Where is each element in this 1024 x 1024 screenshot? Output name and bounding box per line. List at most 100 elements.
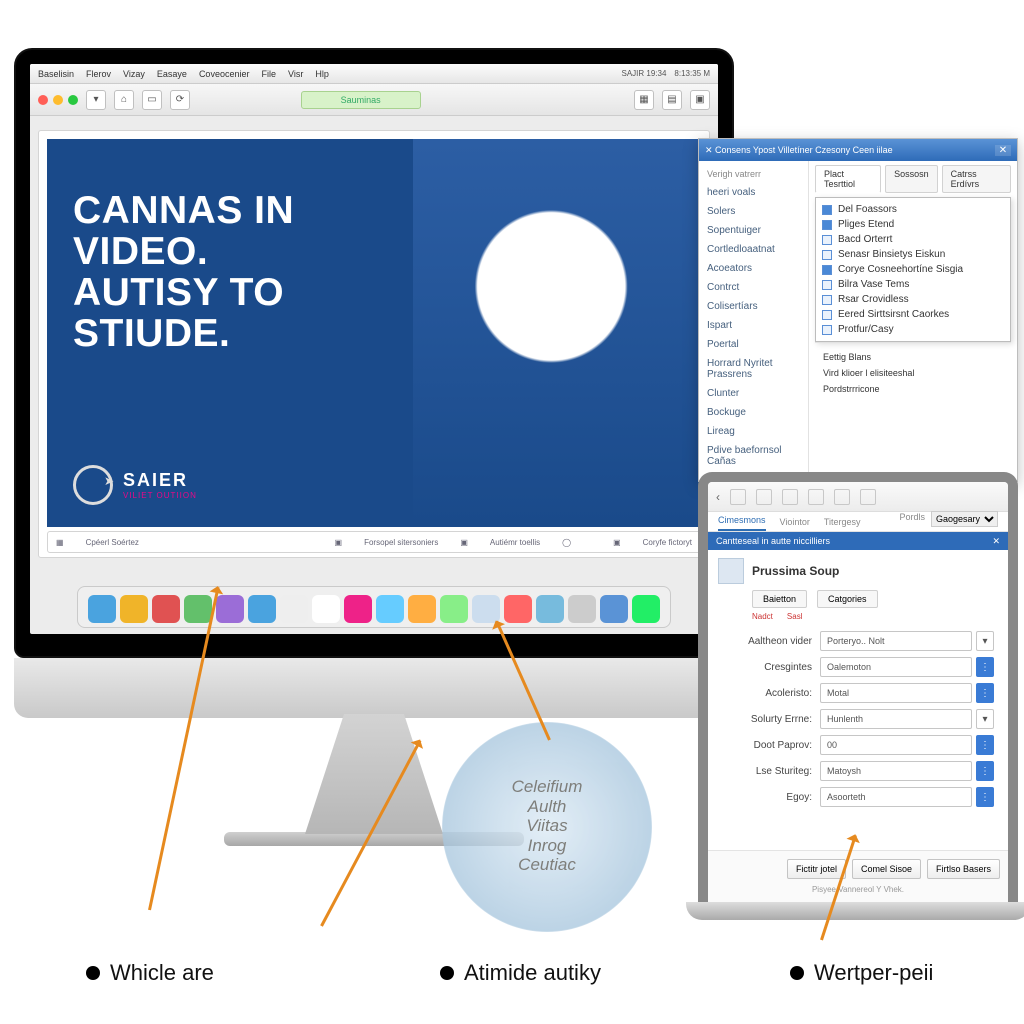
explorer-titlebar[interactable]: ✕ Consens Ypost Villetíner Czesony Ceen … [699, 139, 1017, 161]
toolbar-button[interactable]: ▾ [86, 90, 106, 110]
banner-close-icon[interactable]: ✕ [992, 536, 1000, 547]
text-input[interactable]: Motal [820, 683, 972, 703]
minimize-window-icon[interactable] [53, 95, 63, 105]
dock-app-icon[interactable] [248, 595, 276, 623]
stepper-button[interactable]: ⋮ [976, 761, 994, 781]
dock-app-icon[interactable] [504, 595, 532, 623]
sidebar-item[interactable]: Acoeators [705, 261, 802, 276]
tool-icon[interactable] [860, 489, 876, 505]
menu-item[interactable]: Pliges Etend [820, 217, 1006, 232]
select-input[interactable]: Hunlenth [820, 709, 972, 729]
menu-item[interactable]: Senasr Binsietys Eiskun [820, 247, 1006, 262]
sidebar-item[interactable]: Clunter [705, 386, 802, 401]
menu-item[interactable]: Baselisin [38, 69, 74, 79]
menu-item[interactable]: Easaye [157, 69, 187, 79]
dock-app-icon[interactable] [344, 595, 372, 623]
text-input[interactable]: Matoysh [820, 761, 972, 781]
menu-item[interactable]: Hlp [315, 69, 329, 79]
tab[interactable]: Viointor [780, 517, 810, 531]
traffic-lights[interactable] [38, 95, 78, 105]
menu-item[interactable]: Protfur/Casy [820, 322, 1006, 337]
checkbox-icon[interactable] [822, 265, 832, 275]
sidebar-item[interactable]: Pdive baefornsol Cañas [705, 443, 802, 469]
mac-dock[interactable] [77, 586, 671, 628]
sidebar-item[interactable]: heeri voals [705, 185, 802, 200]
sidebar-item[interactable]: Sopentuiger [705, 223, 802, 238]
search-field[interactable]: Sauminas [301, 91, 421, 109]
menu-item[interactable]: Eered Sirttsirsnt Caorkes [820, 307, 1006, 322]
menu-item[interactable]: Rsar Crovidless [820, 292, 1006, 307]
toolbar-button[interactable]: ▦ [634, 90, 654, 110]
dock-app-icon[interactable] [280, 595, 308, 623]
toolbar-button[interactable]: ▣ [690, 90, 710, 110]
mac-menubar[interactable]: Baselisin Flerov Vizay Easaye Coveocenie… [30, 64, 718, 84]
sidebar-item[interactable]: Colisertíars [705, 299, 802, 314]
menu-item[interactable]: Visr [288, 69, 303, 79]
checkbox-icon[interactable] [822, 280, 832, 290]
footer-button[interactable]: Comel Sisoe [852, 859, 921, 879]
tool-icon[interactable] [782, 489, 798, 505]
properties-tabs[interactable]: Cimesmons Viointor Titergesy Pordls Gaog… [708, 512, 1008, 532]
sidebar-item[interactable]: Lireag [705, 424, 802, 439]
toolbar-button[interactable]: ▭ [142, 90, 162, 110]
dock-app-icon[interactable] [120, 595, 148, 623]
sidebar-item[interactable]: Poertal [705, 337, 802, 352]
category-select[interactable]: Gaogesary [931, 511, 998, 527]
menu-item[interactable]: Del Foassors [820, 202, 1006, 217]
close-icon[interactable]: ✕ [671, 149, 691, 169]
dock-app-icon[interactable] [312, 595, 340, 623]
stepper-button[interactable]: ⋮ [976, 657, 994, 677]
dock-app-icon[interactable] [632, 595, 660, 623]
checkbox-icon[interactable] [822, 205, 832, 215]
text-input[interactable]: 00 [820, 735, 972, 755]
chip-button[interactable]: Baietton [752, 590, 807, 608]
tool-icon[interactable] [834, 489, 850, 505]
menu-item[interactable]: Bacd Orterrt [820, 232, 1006, 247]
stepper-button[interactable]: ⋮ [976, 735, 994, 755]
stepper-button[interactable]: ⋮ [976, 787, 994, 807]
menu-item[interactable]: Flerov [86, 69, 111, 79]
tab[interactable]: Cimesmons [718, 515, 766, 531]
dock-app-icon[interactable] [184, 595, 212, 623]
text-input[interactable]: Asoorteth [820, 787, 972, 807]
text-input[interactable]: Oalemoton [820, 657, 972, 677]
stepper-button[interactable]: ⋮ [976, 683, 994, 703]
chip-button[interactable]: Catgories [817, 590, 878, 608]
checkbox-icon[interactable] [822, 220, 832, 230]
checkbox-icon[interactable] [822, 310, 832, 320]
sidebar-item[interactable]: Ispart [705, 318, 802, 333]
link[interactable]: Nadct [752, 612, 773, 621]
timeline-bar[interactable]: ▦ Cpéerl Soértez ▣Forsopel sitersoniers … [47, 531, 701, 553]
sidebar-item[interactable]: Cortledloaatnat [705, 242, 802, 257]
tool-icon[interactable] [808, 489, 824, 505]
dock-app-icon[interactable] [152, 595, 180, 623]
menu-item[interactable]: File [261, 69, 276, 79]
toolbar-button[interactable]: ⟳ [170, 90, 190, 110]
tab[interactable]: Titergesy [824, 517, 861, 531]
sidebar-item[interactable]: Contrct [705, 280, 802, 295]
dock-app-icon[interactable] [216, 595, 244, 623]
dock-app-icon[interactable] [536, 595, 564, 623]
checkbox-icon[interactable] [822, 325, 832, 335]
footer-button[interactable]: Firtlso Basers [927, 859, 1000, 879]
checkbox-icon[interactable] [822, 295, 832, 305]
dock-app-icon[interactable] [88, 595, 116, 623]
tab[interactable]: Plact Tesrttiol [815, 165, 881, 193]
tool-icon[interactable] [756, 489, 772, 505]
dock-app-icon[interactable] [600, 595, 628, 623]
close-icon[interactable]: ✕ [995, 145, 1011, 156]
dock-app-icon[interactable] [440, 595, 468, 623]
dock-app-icon[interactable] [408, 595, 436, 623]
explorer-tabs[interactable]: Plact Tesrttiol Sossosn Catrss Erdívrs [815, 165, 1011, 193]
sidebar-item[interactable]: Solers [705, 204, 802, 219]
tab[interactable]: Sossosn [885, 165, 938, 193]
chevron-down-icon[interactable]: ▾ [976, 709, 994, 729]
checkbox-icon[interactable] [822, 250, 832, 260]
dock-app-icon[interactable] [376, 595, 404, 623]
back-icon[interactable]: ‹ [716, 490, 720, 504]
link[interactable]: Sasl [787, 612, 803, 621]
sidebar-item[interactable]: Bockuge [705, 405, 802, 420]
select-input[interactable]: Porteryo.. Nolt [820, 631, 972, 651]
checkbox-icon[interactable] [822, 235, 832, 245]
tool-icon[interactable] [730, 489, 746, 505]
